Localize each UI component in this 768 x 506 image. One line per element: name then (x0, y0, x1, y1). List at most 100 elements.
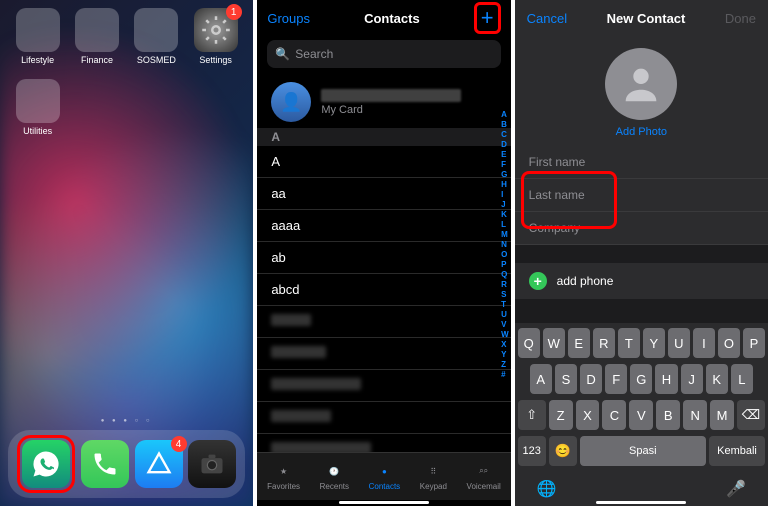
add-photo-button[interactable]: Add Photo (616, 126, 667, 138)
key-h[interactable]: H (655, 364, 677, 394)
globe-icon[interactable]: 🌐 (536, 478, 558, 500)
my-card[interactable]: 👤 My Card (257, 76, 510, 128)
key-x[interactable]: X (576, 400, 600, 430)
first-name-field[interactable]: First name (515, 146, 768, 179)
tab-recents[interactable]: 🕐Recents (320, 462, 349, 491)
clock-icon: 🕐 (324, 462, 344, 480)
key-g[interactable]: G (630, 364, 652, 394)
mic-icon[interactable]: 🎤 (725, 478, 747, 500)
home-indicator[interactable] (339, 501, 429, 504)
backspace-key[interactable]: ⌫ (737, 400, 765, 430)
avatar: 👤 (271, 82, 311, 122)
app-sosmed[interactable]: SOSMED (129, 8, 184, 65)
page-title: New Contact (607, 11, 686, 26)
search-input[interactable]: 🔍 Search (267, 40, 500, 68)
key-p[interactable]: P (743, 328, 765, 358)
app-utilities[interactable]: Utilities (10, 79, 65, 136)
key-n[interactable]: N (683, 400, 707, 430)
my-name-blurred (321, 89, 461, 102)
person-icon (618, 61, 664, 107)
key-e[interactable]: E (568, 328, 590, 358)
contact-row[interactable]: A (257, 146, 510, 178)
key-y[interactable]: Y (643, 328, 665, 358)
key-a[interactable]: A (530, 364, 552, 394)
key-b[interactable]: B (656, 400, 680, 430)
page-title: Contacts (364, 11, 420, 26)
photo-section: Add Photo (515, 36, 768, 146)
last-name-field[interactable]: Last name (515, 179, 768, 212)
home-screen: Lifestyle Finance SOSMED 1 Settings Util… (0, 0, 253, 506)
contact-row[interactable] (257, 402, 510, 434)
contact-row[interactable] (257, 370, 510, 402)
section-header: A (257, 128, 510, 146)
dock-whatsapp[interactable] (22, 440, 70, 488)
appstore-icon (145, 450, 173, 478)
space-key[interactable]: Spasi (580, 436, 706, 466)
phone-icon (91, 450, 119, 478)
dock-camera[interactable] (188, 440, 236, 488)
key-j[interactable]: J (681, 364, 703, 394)
key-d[interactable]: D (580, 364, 602, 394)
key-f[interactable]: F (605, 364, 627, 394)
key-t[interactable]: T (618, 328, 640, 358)
app-finance[interactable]: Finance (69, 8, 124, 65)
app-label: Utilities (23, 126, 52, 136)
contact-row[interactable]: abcd (257, 274, 510, 306)
key-q[interactable]: Q (518, 328, 540, 358)
key-i[interactable]: I (693, 328, 715, 358)
key-o[interactable]: O (718, 328, 740, 358)
contact-row[interactable] (257, 338, 510, 370)
alphabet-index[interactable]: ABCDEFGHIJKLMNOPQRSTUVWXYZ# (501, 110, 509, 380)
name-form: First name Last name Company (515, 146, 768, 245)
voicemail-icon: ⌕⌕ (474, 462, 494, 480)
app-lifestyle[interactable]: Lifestyle (10, 8, 65, 65)
dock-phone[interactable] (81, 440, 129, 488)
search-placeholder: Search (295, 47, 333, 61)
add-phone-button[interactable]: + add phone (515, 263, 768, 299)
tab-keypad[interactable]: ⠿Keypad (420, 462, 447, 491)
key-k[interactable]: K (706, 364, 728, 394)
app-settings[interactable]: 1 Settings (188, 8, 243, 65)
home-indicator[interactable] (596, 501, 686, 504)
whatsapp-icon (31, 449, 61, 479)
key-s[interactable]: S (555, 364, 577, 394)
gear-icon (201, 15, 231, 45)
key-c[interactable]: C (602, 400, 626, 430)
dock-appstore[interactable]: 4 (135, 440, 183, 488)
add-contact-button[interactable]: + (481, 5, 494, 30)
key-u[interactable]: U (668, 328, 690, 358)
avatar-placeholder[interactable] (605, 48, 677, 120)
app-label: Finance (81, 55, 113, 65)
emoji-key[interactable]: 😊 (549, 436, 577, 466)
add-phone-label: add phone (557, 274, 614, 288)
cancel-button[interactable]: Cancel (527, 11, 567, 26)
contact-row[interactable]: aa (257, 178, 510, 210)
key-l[interactable]: L (731, 364, 753, 394)
tab-bar: ★Favorites 🕐Recents ●Contacts ⠿Keypad ⌕⌕… (257, 452, 510, 500)
number-key[interactable]: 123 (518, 436, 546, 466)
star-icon: ★ (274, 462, 294, 480)
nav-bar: Cancel New Contact Done (515, 0, 768, 36)
app-grid: Lifestyle Finance SOSMED 1 Settings Util… (10, 8, 243, 136)
contact-row[interactable]: ab (257, 242, 510, 274)
tab-favorites[interactable]: ★Favorites (267, 462, 300, 491)
person-icon: ● (374, 462, 394, 480)
my-card-label: My Card (321, 104, 461, 116)
key-v[interactable]: V (629, 400, 653, 430)
groups-button[interactable]: Groups (267, 11, 310, 26)
shift-key[interactable]: ⇧ (518, 400, 546, 430)
key-z[interactable]: Z (549, 400, 573, 430)
key-w[interactable]: W (543, 328, 565, 358)
company-field[interactable]: Company (515, 212, 768, 245)
return-key[interactable]: Kembali (709, 436, 765, 466)
contact-row[interactable] (257, 306, 510, 338)
notification-badge: 1 (226, 4, 242, 20)
plus-circle-icon: + (529, 272, 547, 290)
tab-contacts[interactable]: ●Contacts (369, 462, 401, 491)
tab-voicemail[interactable]: ⌕⌕Voicemail (467, 462, 501, 491)
key-m[interactable]: M (710, 400, 734, 430)
key-r[interactable]: R (593, 328, 615, 358)
keyboard: QWERTYUIOP ASDFGHJKL ⇧ ZXCVBNM ⌫ 123 😊 S… (515, 323, 768, 506)
done-button[interactable]: Done (725, 11, 756, 26)
contact-row[interactable]: aaaa (257, 210, 510, 242)
